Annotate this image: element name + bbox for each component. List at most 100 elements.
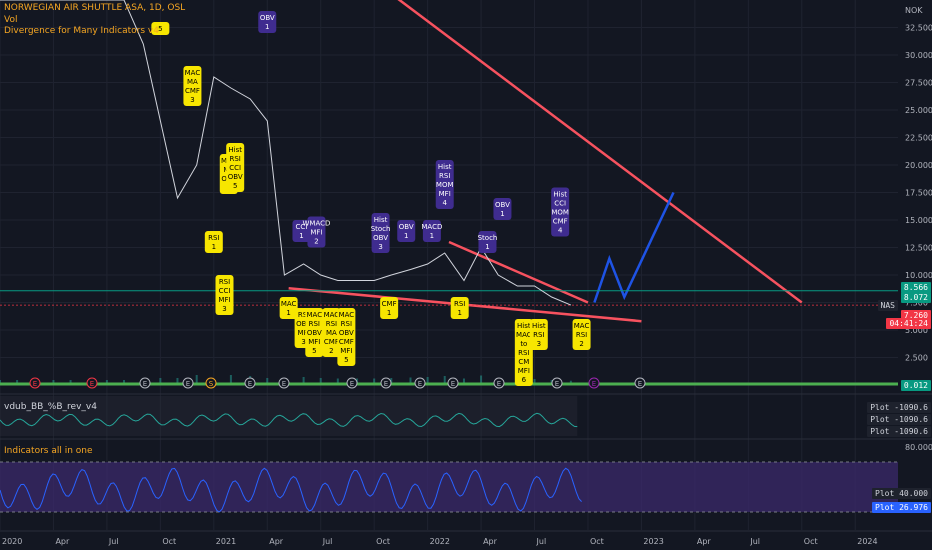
time-tick-label: 2021 [216, 537, 236, 546]
divergence-label-text: Hist [532, 322, 546, 330]
divergence-label-text: 2 [329, 347, 333, 355]
time-tick-label: 2023 [643, 537, 663, 546]
event-marker-text: E [451, 380, 455, 388]
divergence-label-text: Hist [517, 322, 531, 330]
divergence-label-text: 2 [579, 340, 583, 348]
divergence-label-text: MAC [307, 311, 323, 319]
tradingview-chart[interactable]: 5MACMACMF3MACMAORS3HistRSICCIOBV5RSI1RSI… [0, 0, 932, 550]
price-tick-label: 10.000 [905, 271, 932, 280]
divergence-label-text: RSI [230, 155, 241, 163]
divergence-label-text: 3 [301, 338, 305, 346]
time-tick-label: Oct [162, 537, 176, 546]
event-marker-text: E [248, 380, 252, 388]
divergence-label-text: 1 [485, 243, 489, 251]
divergence-label-text: RSI [326, 320, 337, 328]
price-tick-label: 2.500 [905, 354, 928, 363]
rsi-plot-tag: Plot 40.000 [872, 488, 931, 499]
time-tick-label: Oct [804, 537, 818, 546]
divergence-label-text: RSI [576, 331, 587, 339]
price-tick-label: 20.000 [905, 161, 932, 170]
event-marker-text: E [90, 380, 94, 388]
divergence-label-text: 1 [299, 232, 303, 240]
price-tick-label: 27.500 [905, 79, 932, 88]
divergence-label-text: CCI [554, 200, 566, 208]
time-tick-label: Apr [483, 537, 498, 546]
wedge-trendline [448, 240, 589, 304]
divergence-label-text: RSI [518, 349, 529, 357]
divergence-label-text: RSI [309, 320, 320, 328]
event-marker-text: E [638, 380, 642, 388]
divergence-label-text: 5 [344, 356, 348, 364]
time-tick-label: Oct [376, 537, 390, 546]
bb-plot-tag: Plot -1090.6 [867, 414, 931, 425]
event-marker-text: E [186, 380, 190, 388]
divergence-label-text: 3 [537, 340, 541, 348]
divergence-label-text: 1 [212, 243, 216, 251]
divergence-label-text: 1 [430, 232, 434, 240]
divergence-indicator-label[interactable]: Divergence for Many Indicators v4 [4, 26, 159, 36]
divergence-label-text: 5 [233, 182, 237, 190]
divergence-label-text: MFI [340, 347, 352, 355]
divergence-label-text: MFI [439, 190, 451, 198]
event-marker-text: S [209, 380, 214, 388]
price-tick-label: 22.500 [905, 134, 932, 143]
divergence-label-text: CMF [185, 87, 200, 95]
time-tick-label: Jul [322, 537, 333, 546]
volume-label: Vol [4, 15, 18, 25]
price-tick-label: 25.000 [905, 106, 932, 115]
divergence-label-text: to [520, 340, 527, 348]
rsi-band [0, 462, 898, 512]
divergence-label-text: MA [187, 78, 198, 86]
divergence-label-text: 1 [457, 309, 461, 317]
divergence-label-text: 4 [558, 227, 563, 235]
price-tick-label: 32.500 [905, 24, 932, 33]
price-tag: 0.012 [900, 380, 931, 391]
indicators-pane [0, 461, 898, 513]
divergence-label-text: 1 [286, 309, 290, 317]
divergence-label-text: 5 [312, 347, 316, 355]
divergence-label-text: MFI [518, 367, 530, 375]
event-marker-text: E [143, 380, 147, 388]
divergence-label-text: MAC [574, 322, 590, 330]
nas-tag: NAS [877, 300, 898, 311]
divergence-label-text: Hist [228, 146, 242, 154]
divergence-label-text: MA [326, 329, 337, 337]
divergence-label-text: OBV [373, 234, 388, 242]
price-line [0, 0, 572, 306]
grid-lines [0, 0, 932, 532]
event-marker-text: E [384, 380, 388, 388]
time-tick-label: 2022 [430, 537, 450, 546]
divergence-label-text: 6 [522, 376, 527, 384]
time-tick-label: Jul [536, 537, 547, 546]
divergence-label-text: 2 [314, 238, 318, 246]
divergence-label-text: MFI [218, 296, 230, 304]
divergence-label-text: RSI [341, 320, 352, 328]
price-tick-label: 15.000 [905, 216, 932, 225]
time-tick-label: Apr [55, 537, 70, 546]
divergence-label-text: 3 [190, 96, 194, 104]
divergence-label-text: OBV [260, 14, 275, 22]
indicators-pane-label[interactable]: Indicators all in one [4, 446, 93, 456]
time-tick-label: 2020 [2, 537, 22, 546]
divergence-label-text: CM [518, 358, 529, 366]
price-tag: 8.072 [900, 292, 931, 303]
divergence-label-text: RSI [208, 234, 219, 242]
divergence-label-text: 1 [404, 232, 408, 240]
divergence-label-text: Hist [553, 191, 567, 199]
event-marker-text: E [33, 380, 37, 388]
bb-pane-label[interactable]: vdub_BB_%B_rev_v4 [4, 402, 97, 412]
event-marker-text: E [592, 380, 596, 388]
event-marker-text: E [555, 380, 559, 388]
divergence-label-text: 3 [222, 305, 226, 313]
time-tick-label: Apr [697, 537, 712, 546]
divergence-label-text: CCI [229, 164, 241, 172]
rsi-plot-tag: Plot 26.976 [872, 502, 931, 513]
divergence-label-text: MFI [310, 229, 322, 237]
divergence-label-text: CMF [324, 338, 339, 346]
divergence-label-text: WMACD [302, 220, 330, 228]
divergence-label-text: 3 [378, 243, 382, 251]
divergence-label-text: MAC [339, 311, 355, 319]
rsi-tick-label: 80.000 [905, 443, 932, 452]
divergence-label-text: 1 [265, 23, 269, 31]
divergence-label-text: MFI [308, 338, 320, 346]
